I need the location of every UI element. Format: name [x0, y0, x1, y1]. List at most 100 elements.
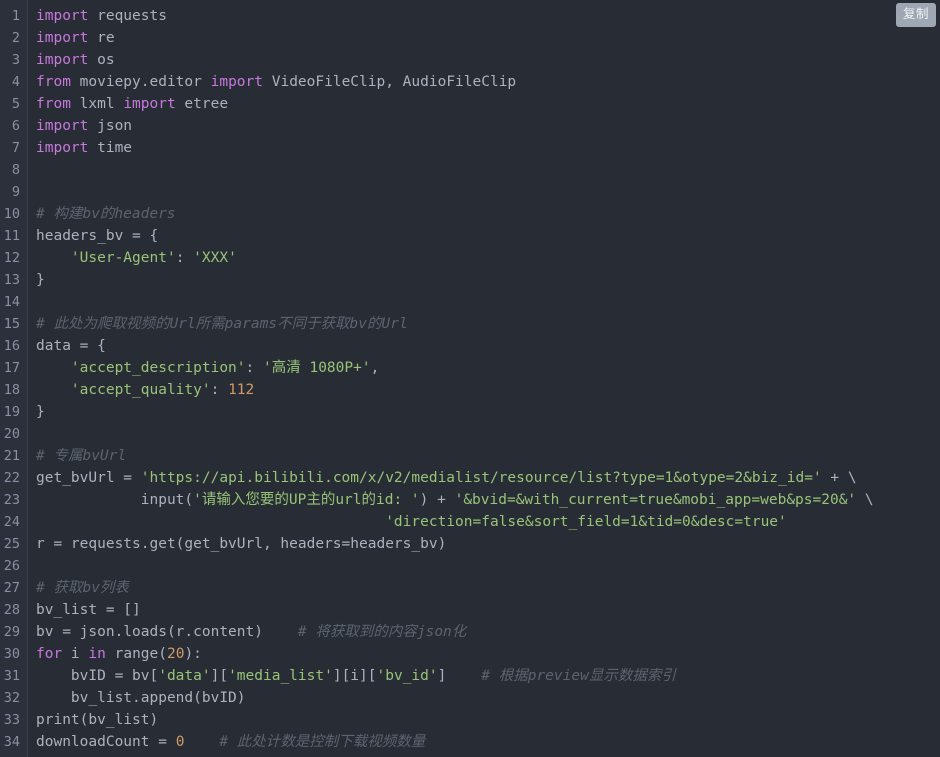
token-pln: VideoFileClip, AudioFileClip — [263, 74, 517, 90]
line-code: 'accept_description': '高清 1080P+', — [27, 357, 940, 379]
token-str: '&bvid=&with_current=true&mobi_app=web&p… — [454, 492, 857, 508]
code-line: 31 bvID = bv['data']['media_list'][i]['b… — [0, 665, 940, 687]
code-line: 26 — [0, 555, 940, 577]
code-line: 22 get_bvUrl = 'https://api.bilibili.com/… — [0, 467, 940, 489]
line-code: r = requests.get(get_bvUrl, headers=head… — [27, 533, 940, 555]
line-number: 28 — [3, 602, 20, 618]
line-number: 21 — [3, 448, 20, 464]
line-code: } — [27, 401, 940, 423]
line-code: # 此处为爬取视频的Url所需params不同于获取bv的Url — [27, 313, 940, 335]
token-pln: } — [36, 404, 45, 420]
line-code: print(bv_list) — [27, 709, 940, 731]
token-pln — [184, 734, 219, 750]
code-line: 8 — [0, 159, 940, 181]
line-code: import json — [27, 115, 940, 137]
token-pln: + \ — [821, 470, 857, 486]
token-num: 112 — [228, 382, 255, 398]
line-number: 18 — [3, 382, 20, 398]
line-code: input('请输入您要的UP主的url的id: ') + '&bvid=&wi… — [27, 489, 940, 511]
token-pln: data = { — [36, 338, 106, 354]
token-pln: input( — [36, 492, 194, 508]
token-kw: import — [36, 52, 89, 68]
token-str: 'data' — [158, 668, 211, 684]
line-number: 30 — [3, 646, 20, 662]
token-pln — [36, 250, 71, 266]
token-pln: : — [210, 382, 229, 398]
token-cmt: # 构建bv的headers — [36, 206, 176, 222]
token-str: 'User-Agent' — [70, 250, 176, 266]
line-code: import re — [27, 27, 940, 49]
token-pln: bv = json.loads(r.content) — [36, 624, 298, 640]
line-number: 32 — [3, 690, 20, 706]
token-kw: import — [36, 30, 89, 46]
token-kw: import — [36, 140, 89, 156]
code-block: 复制 1 import requests 2 import re 3 import os 4… — [0, 0, 940, 757]
line-number: 1 — [11, 8, 20, 24]
token-str: 'media_list' — [228, 668, 333, 684]
line-code: 'accept_quality': 112 — [27, 379, 940, 401]
code-line: 5 from lxml import etree — [0, 93, 940, 115]
line-code: for i in range(20): — [27, 643, 940, 665]
token-pln: json — [88, 118, 133, 134]
line-number: 3 — [11, 52, 20, 68]
line-number: 27 — [3, 580, 20, 596]
token-pln: downloadCount = — [36, 734, 176, 750]
code-line: 4 from moviepy.editor import VideoFileCli… — [0, 71, 940, 93]
copy-code-button[interactable]: 复制 — [895, 3, 936, 27]
token-pln: } — [36, 272, 45, 288]
line-code: # 构建bv的headers — [27, 203, 940, 225]
line-code: import os — [27, 49, 940, 71]
line-number: 31 — [3, 668, 20, 684]
token-pln: lxml — [70, 96, 124, 112]
code-line: 16 data = { — [0, 335, 940, 357]
token-pln: bv_list.append(bvID) — [36, 690, 246, 706]
token-pln — [36, 382, 71, 398]
line-number: 19 — [3, 404, 20, 420]
token-pln: ][i][ — [332, 668, 377, 684]
line-number: 25 — [3, 536, 20, 552]
token-pln: print(bv_list) — [36, 712, 159, 728]
code-line: 34 downloadCount = 0 # 此处计数是控制下载视频数量 — [0, 731, 940, 753]
line-number: 8 — [11, 162, 20, 178]
line-number: 29 — [3, 624, 20, 640]
line-number: 26 — [3, 558, 20, 574]
token-cmt: # 专属bvUrl — [36, 448, 127, 464]
line-code: 'User-Agent': 'XXX' — [27, 247, 940, 269]
code-line: 30 for i in range(20): — [0, 643, 940, 665]
token-str: 'direction=false&sort_field=1&tid=0&desc… — [385, 514, 787, 530]
code-line: 17 'accept_description': '高清 1080P+', — [0, 357, 940, 379]
line-code: from moviepy.editor import VideoFileClip… — [27, 71, 940, 93]
code-line: 25 r = requests.get(get_bvUrl, headers=he… — [0, 533, 940, 555]
token-kw: from — [36, 96, 71, 112]
token-str: 'accept_description' — [70, 360, 246, 376]
token-pln: ): — [184, 646, 202, 662]
token-pln: moviepy.editor — [70, 74, 211, 90]
code-line: 7 import time — [0, 137, 940, 159]
code-line: 2 import re — [0, 27, 940, 49]
line-code: import time — [27, 137, 940, 159]
token-pln: range( — [105, 646, 167, 662]
line-code: } — [27, 269, 940, 291]
token-pln: bvID = bv[ — [36, 668, 159, 684]
token-kw: import — [36, 118, 89, 134]
line-number: 33 — [3, 712, 20, 728]
token-kw: import — [210, 74, 263, 90]
token-str: 'XXX' — [193, 250, 237, 266]
code-line: 13} — [0, 269, 940, 291]
code-line: 9 — [0, 181, 940, 203]
code-content[interactable]: 1 import requests 2 import re 3 import os 4 fro… — [0, 0, 940, 753]
token-pln: r = requests.get(get_bvUrl, headers=head… — [36, 536, 447, 552]
token-pln: , — [370, 360, 380, 376]
code-line: 27 # 获取bv列表 — [0, 577, 940, 599]
token-pln: requests — [88, 8, 167, 24]
line-code: bv_list = [] — [27, 599, 940, 621]
token-pln: re — [88, 30, 115, 46]
code-line: 24 'direction=false&sort_field=1&tid=0&d… — [0, 511, 940, 533]
code-line: 32 bv_list.append(bvID) — [0, 687, 940, 709]
code-line: 3 import os — [0, 49, 940, 71]
code-line: 20 — [0, 423, 940, 445]
line-code: get_bvUrl = 'https://api.bilibili.com/x/… — [27, 467, 940, 489]
token-str: 'accept_quality' — [70, 382, 211, 398]
line-code: # 获取bv列表 — [27, 577, 940, 599]
line-number: 22 — [3, 470, 20, 486]
